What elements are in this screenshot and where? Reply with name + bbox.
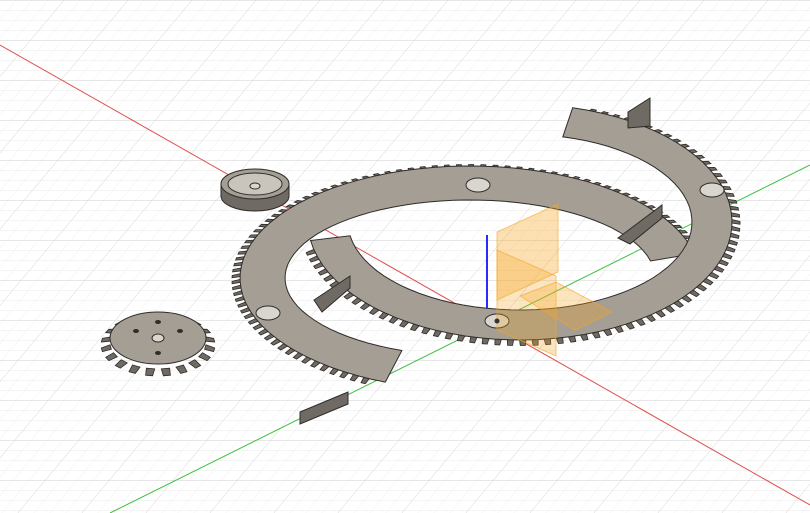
gear-tooth: [145, 367, 156, 377]
large-ring-bolt-hole-left: [255, 305, 281, 321]
spur-gear-hole: [155, 351, 161, 355]
cad-3d-viewport[interactable]: [0, 0, 810, 513]
spur-gear-hole: [177, 329, 183, 333]
small-ring-bolt-hole-right: [699, 182, 725, 198]
spur-gear-center-hole: [151, 333, 165, 343]
bearing-cap[interactable]: [220, 168, 290, 212]
viewport-canvas[interactable]: [0, 0, 810, 513]
bearing-cap-hole: [249, 182, 261, 190]
spur-gear-hole: [133, 329, 139, 333]
large-ring-bolt-hole-top: [465, 177, 491, 193]
spur-gear-hole: [155, 320, 161, 324]
gear-tooth: [160, 367, 171, 377]
origin-point[interactable]: [494, 318, 500, 324]
